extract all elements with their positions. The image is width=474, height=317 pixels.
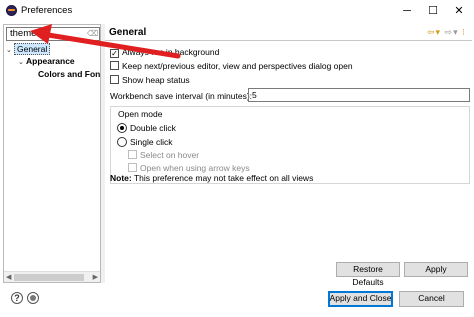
page-navigation: ⇦▾ ⇨▾ ⁝ [427,27,466,38]
maximize-button[interactable]: ☐ [420,2,446,20]
open-mode-title: Open mode [117,109,164,119]
checkbox-label: Open when using arrow keys [140,163,250,173]
window-title: Preferences [21,5,73,16]
page-header: General ⇦▾ ⇨▾ ⁝ [105,24,472,41]
page-title: General [109,27,147,38]
minimize-button[interactable]: ─ [394,2,420,20]
tree-item-general[interactable]: ⌄ General [6,43,51,57]
preferences-tree-pane: theme ⌫ ⌄ General ⌄ Appearance Colors and … [3,24,101,283]
title-bar: Preferences ─ ☐ ✕ [0,0,474,22]
collapse-toggle-icon[interactable]: ⌄ [18,57,26,69]
tree-item-label[interactable]: Appearance [26,56,75,66]
collapse-toggle-icon[interactable]: ⌄ [6,45,14,57]
apply-button[interactable]: Apply [404,262,468,277]
checkbox-label: Show heap status [122,75,190,85]
radio-label: Single click [130,137,173,147]
save-interval-label: Workbench save interval (in minutes): [110,91,253,101]
select-on-hover-checkbox: Select on hover [128,149,199,161]
radio-selected-icon[interactable] [117,123,127,133]
checkbox-label: Keep next/previous editor, view and pers… [122,61,353,71]
radio-label: Double click [130,123,176,133]
checkbox-label: Select on hover [140,150,200,160]
scroll-right-icon[interactable]: ▶ [93,272,98,283]
import-export-icon[interactable] [27,292,39,304]
tree-item-appearance[interactable]: ⌄ Appearance [18,55,75,67]
checkbox-box[interactable]: ✓ [110,49,119,58]
filter-input[interactable]: theme ⌫ [6,27,100,41]
clear-filter-icon[interactable]: ⌫ [87,29,98,39]
preference-page: General ⇦▾ ⇨▾ ⁝ ✓ Always run in backgroun… [105,24,472,287]
eclipse-logo-icon [6,5,17,16]
checkbox-box [128,163,137,172]
single-click-radio[interactable]: Single click [117,136,173,148]
horizontal-scrollbar[interactable]: ◀ ▶ [4,271,100,282]
tree-item-label[interactable]: Colors and Fon [38,69,100,79]
scroll-left-icon[interactable]: ◀ [6,272,11,283]
help-icon[interactable]: ? [11,292,23,304]
checkbox-label: Always run in background [122,47,220,57]
back-menu-chevron-icon[interactable]: ▾ [435,27,441,37]
show-heap-status-checkbox[interactable]: Show heap status [110,74,190,86]
radio-unselected-icon[interactable] [117,137,127,147]
forward-menu-chevron-icon[interactable]: ▾ [453,27,459,37]
view-menu-icon[interactable]: ⁝ [462,27,466,37]
cancel-button[interactable]: Cancel [399,291,464,307]
checkbox-box[interactable] [110,61,119,70]
tree-item-label[interactable]: General [14,43,51,55]
save-interval-input[interactable]: 5 [248,88,470,102]
scroll-thumb[interactable] [14,274,84,281]
checkbox-box [128,150,137,159]
checkbox-box[interactable] [110,75,119,84]
apply-and-close-button[interactable]: Apply and Close [328,291,393,307]
close-button[interactable]: ✕ [446,2,472,20]
note-label: Note: [110,173,132,183]
always-run-background-checkbox[interactable]: ✓ Always run in background [110,46,219,58]
note-text: Note: This preference may not take effec… [110,173,313,183]
filter-text[interactable]: theme [10,28,36,39]
double-click-radio[interactable]: Double click [117,122,176,134]
tree-item-colors-and-fonts[interactable]: Colors and Fon [38,68,100,80]
forward-arrow-icon[interactable]: ⇨ [445,27,454,37]
keep-dialog-open-checkbox[interactable]: Keep next/previous editor, view and pers… [110,60,353,72]
note-body: This preference may not take effect on a… [131,173,314,183]
restore-defaults-button[interactable]: Restore Defaults [336,262,400,287]
